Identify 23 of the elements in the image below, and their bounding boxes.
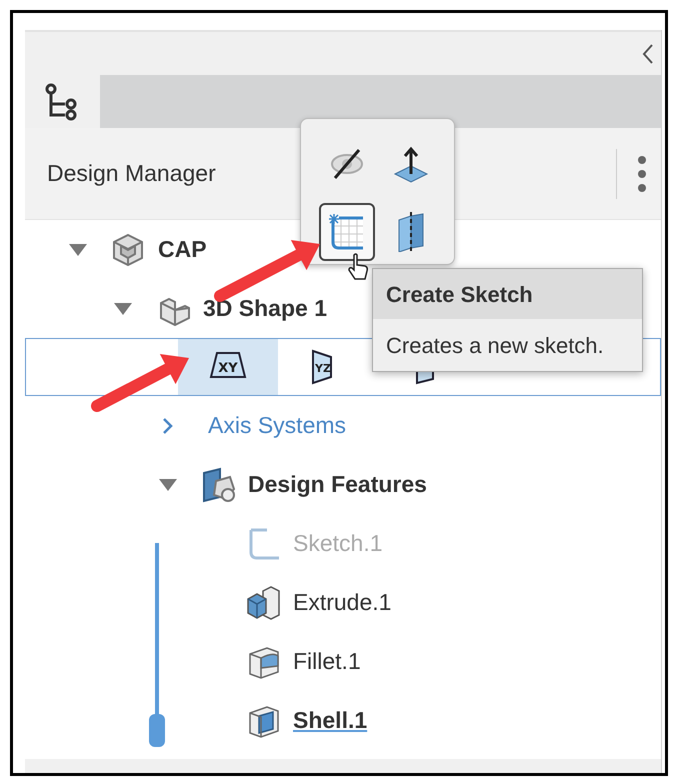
expand-toggle-icon[interactable] — [158, 478, 178, 492]
more-icon[interactable] — [637, 154, 647, 194]
extrude-icon — [245, 584, 281, 620]
plane-button[interactable]: XY — [178, 339, 278, 395]
tree-item-label[interactable]: Fillet.1 — [293, 644, 361, 679]
tree-item-label[interactable]: Axis Systems — [208, 408, 346, 443]
tree-item-label[interactable]: 3D Shape 1 — [203, 291, 327, 326]
collapse-icon[interactable] — [641, 42, 655, 64]
timeline-handle[interactable] — [149, 714, 165, 747]
expand-toggle-icon[interactable] — [113, 302, 133, 316]
expand-toggle-icon[interactable] — [68, 242, 88, 256]
tree-item-label[interactable]: Design Features — [248, 467, 427, 502]
features-icon — [200, 466, 236, 502]
tooltip-title: Create Sketch — [373, 269, 642, 319]
tree-item-label[interactable]: CAP — [158, 232, 207, 267]
toolbar-button[interactable] — [319, 203, 375, 261]
panel-title: Design Manager — [47, 159, 216, 188]
assembly-icon — [110, 232, 146, 268]
tree-item-label[interactable]: Extrude.1 — [293, 585, 392, 620]
collapse-toggle-icon[interactable] — [162, 416, 174, 434]
tooltip-text: Creates a new sketch. — [386, 332, 604, 360]
tree-item-label[interactable]: Shell.1 — [293, 703, 368, 738]
hand-cursor-icon — [347, 253, 369, 281]
